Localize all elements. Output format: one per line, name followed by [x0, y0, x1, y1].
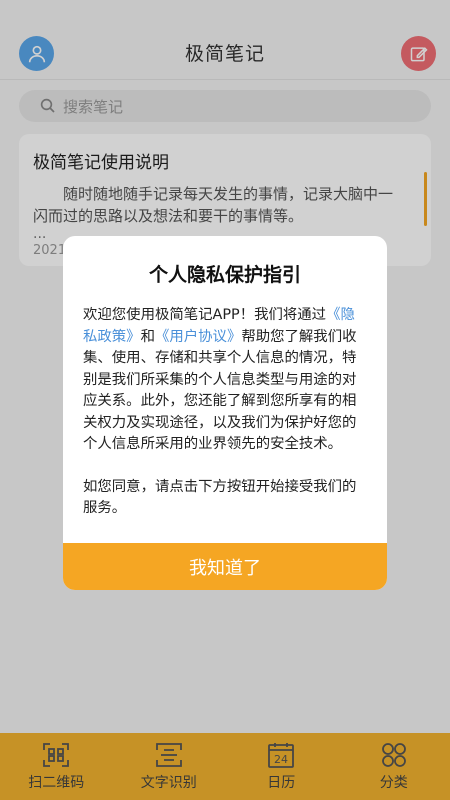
confirm-button[interactable]: 我知道了: [63, 543, 387, 590]
dialog-text-details: 帮助您了解我们收集、使用、存储和共享个人信息的情况，特别是我们所采集的个人信息类…: [83, 328, 357, 453]
dialog-text-intro: 欢迎您使用极简笔记APP！我们将通过: [83, 307, 327, 323]
dialog-paragraph-1: 欢迎您使用极简笔记APP！我们将通过《隐私政策》和《用户协议》帮助您了解我们收集…: [83, 305, 367, 456]
dialog-body: 欢迎您使用极简笔记APP！我们将通过《隐私政策》和《用户协议》帮助您了解我们收集…: [63, 305, 387, 520]
app-screen: 极简笔记 搜索笔记 极简笔记使用说明 随时随地随手记录每天发生的事情，记录大脑中…: [0, 0, 450, 800]
dialog-title: 个人隐私保护指引: [148, 264, 301, 286]
privacy-dialog: 个人隐私保护指引 欢迎您使用极简笔记APP！我们将通过《隐私政策》和《用户协议》…: [63, 236, 387, 590]
user-agreement-link[interactable]: 《用户协议》: [155, 329, 241, 345]
dialog-text-and: 和: [140, 328, 155, 345]
dialog-paragraph-2: 如您同意，请点击下方按钮开始接受我们的服务。: [83, 478, 357, 517]
